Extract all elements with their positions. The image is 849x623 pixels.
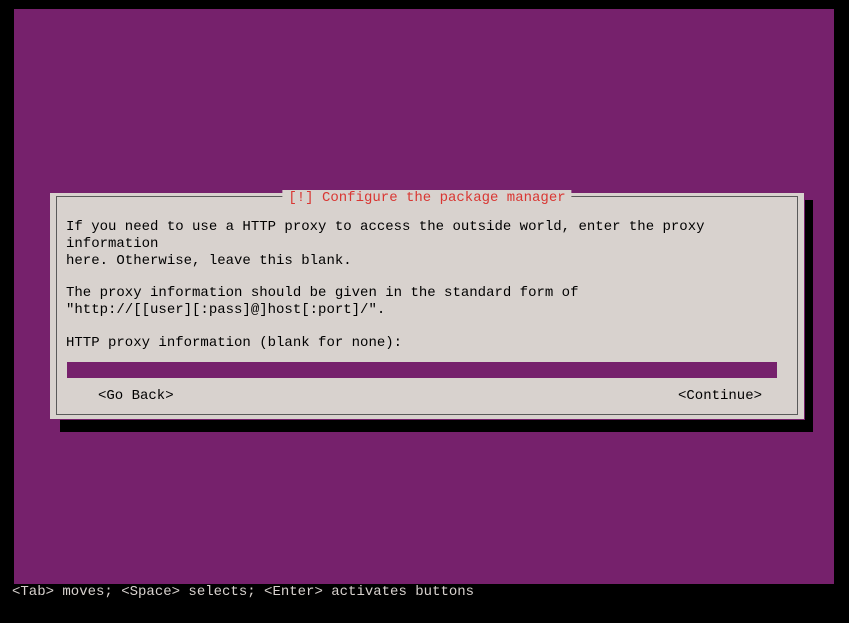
dialog-title: [!] Configure the package manager (282, 190, 571, 207)
help-bar: <Tab> moves; <Space> selects; <Enter> ac… (12, 584, 474, 601)
button-row: <Go Back> <Continue> (66, 388, 788, 405)
dialog-box: [!] Configure the package manager If you… (49, 192, 805, 420)
text-line: If you need to use a HTTP proxy to acces… (66, 219, 788, 253)
input-label: HTTP proxy information (blank for none): (66, 335, 788, 352)
text-line: "http://[[user][:pass]@]host[:port]/". (66, 302, 788, 319)
http-proxy-input[interactable] (67, 362, 777, 378)
instruction-para-2: The proxy information should be given in… (66, 285, 788, 319)
dialog-content: If you need to use a HTTP proxy to acces… (66, 219, 788, 379)
continue-button[interactable]: <Continue> (646, 388, 788, 405)
text-line: here. Otherwise, leave this blank. (66, 253, 788, 270)
instruction-para-1: If you need to use a HTTP proxy to acces… (66, 219, 788, 269)
go-back-button[interactable]: <Go Back> (66, 388, 206, 405)
text-line: The proxy information should be given in… (66, 285, 788, 302)
